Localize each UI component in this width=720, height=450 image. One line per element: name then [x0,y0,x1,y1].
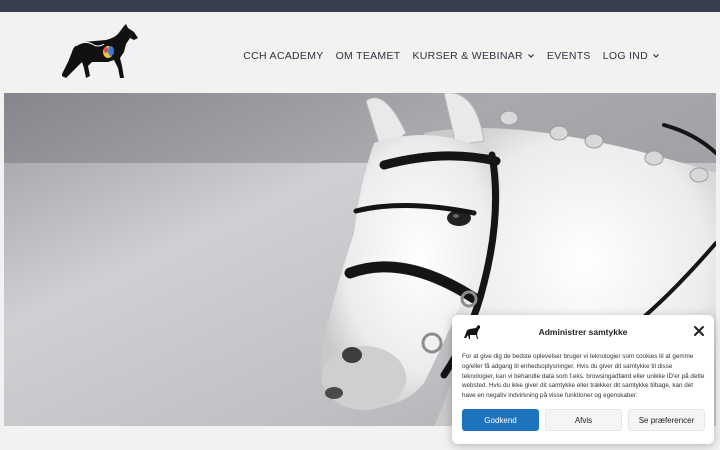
nav-item-label: CCH ACADEMY [243,50,324,62]
chevron-down-icon [527,54,534,58]
accept-button[interactable]: Godkend [462,409,539,431]
close-icon[interactable] [693,325,705,337]
nav-item-label: KURSER & WEBINAR [412,50,523,62]
nav-item-label: EVENTS [546,50,591,62]
home-logo-link[interactable] [58,22,142,86]
main-nav: CCH ACADEMY OM TEAMET KURSER & WEBINAR E… [243,50,660,62]
horse-logo-icon [62,24,138,78]
top-bar [0,0,720,12]
nav-item-events[interactable]: EVENTS [547,50,591,62]
chevron-down-icon [653,54,659,58]
deny-button[interactable]: Afvis [545,409,622,431]
consent-text: For at give dig de bedste oplevelser bru… [462,353,705,399]
site-header: CCH ACADEMY OM TEAMET KURSER & WEBINAR E… [0,12,720,92]
nav-item-om-teamet[interactable]: OM TEAMET [336,50,401,62]
nav-item-label: OM TEAMET [335,50,401,62]
preferences-button[interactable]: Se præferencer [628,409,705,431]
nav-item-log-ind[interactable]: LOG IND [603,50,660,62]
cookie-consent-dialog: Administrer samtykke For at give dig de … [452,315,714,444]
nav-item-label: LOG IND [602,50,648,62]
consent-title: Administrer samtykke [538,327,628,337]
nav-item-cch-academy[interactable]: CCH ACADEMY [243,50,323,62]
nav-item-kurser-webinar[interactable]: KURSER & WEBINAR [413,50,535,62]
